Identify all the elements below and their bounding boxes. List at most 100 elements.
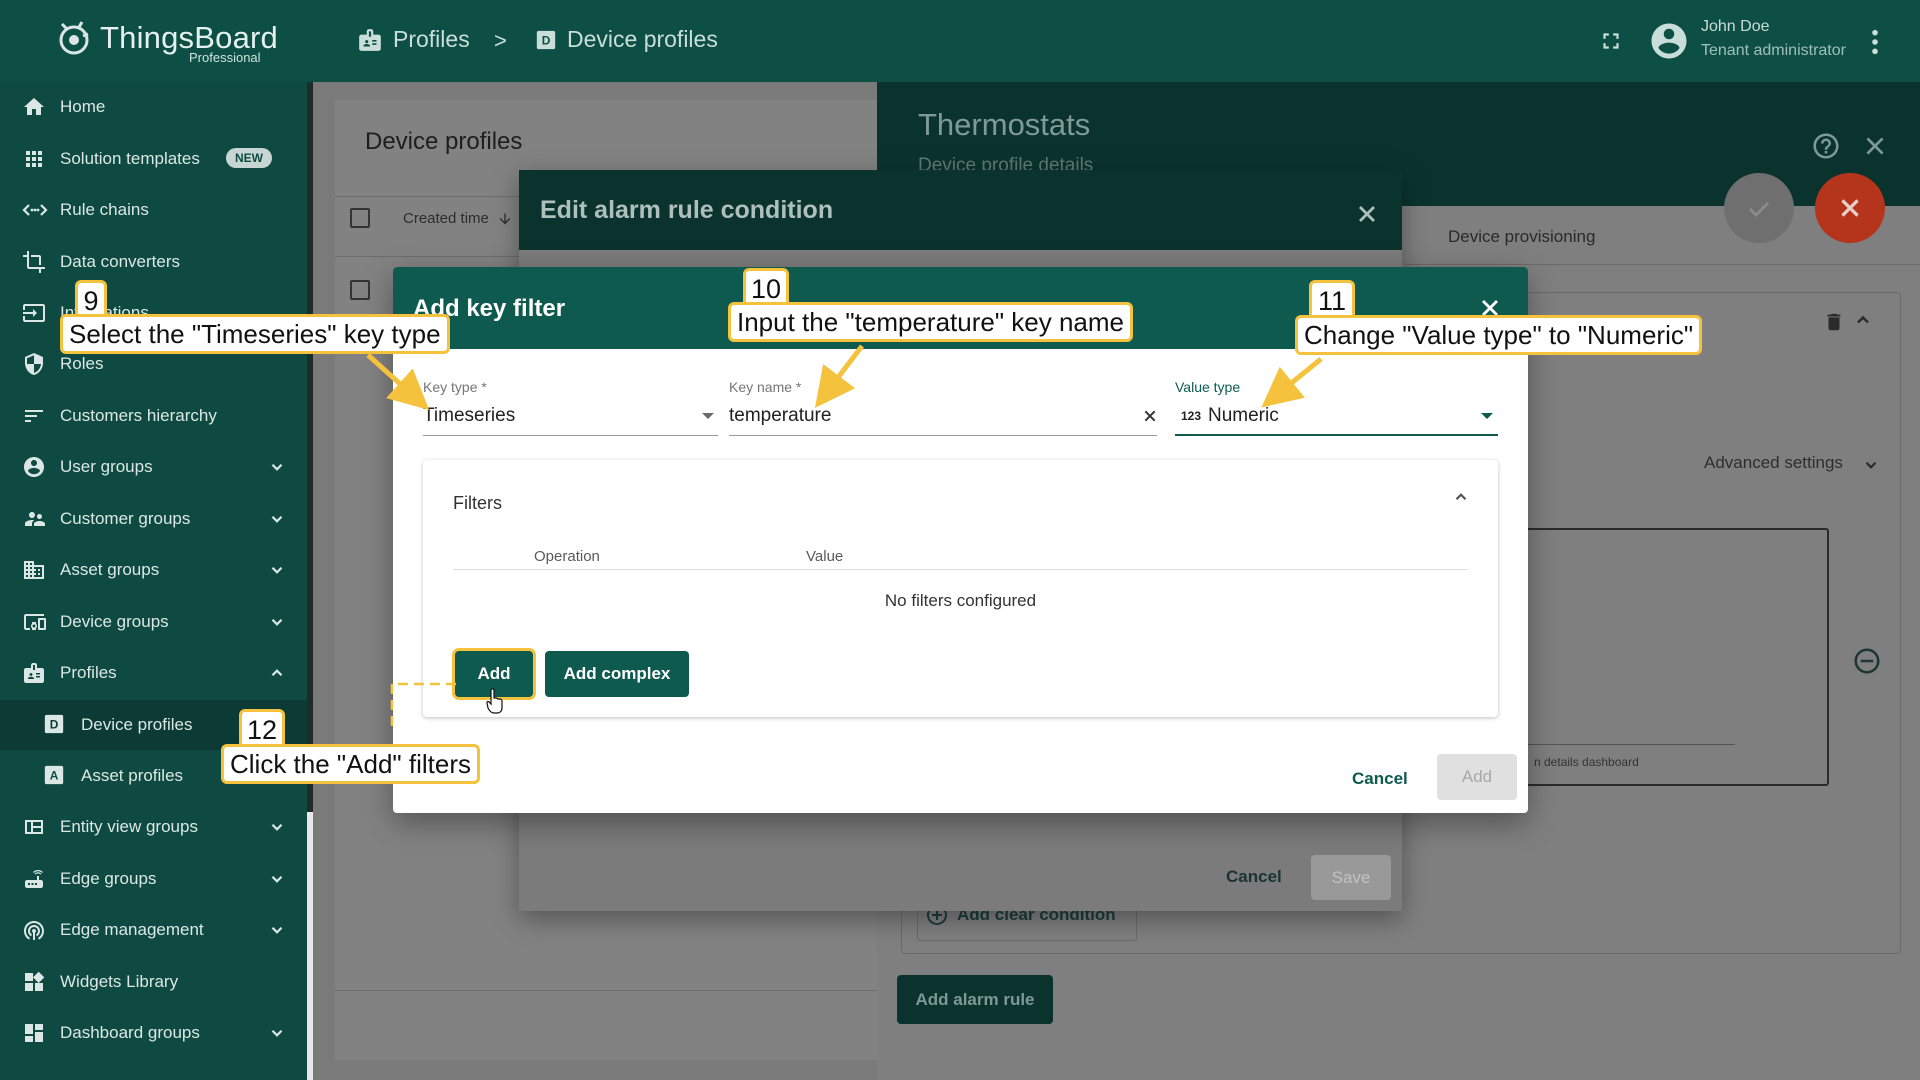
chevron-down-icon	[1865, 461, 1877, 469]
outer-save-button[interactable]: Save	[1311, 855, 1391, 900]
help-icon[interactable]	[1811, 131, 1841, 161]
code-arrows-icon	[22, 204, 48, 216]
more-vert-icon[interactable]	[1868, 28, 1882, 56]
select-all-checkbox[interactable]	[350, 208, 370, 228]
sidebar-item-data-converters[interactable]: Data converters	[0, 237, 307, 287]
fullscreen-icon[interactable]	[1598, 28, 1624, 54]
column-header-created-time[interactable]: Created time	[403, 210, 489, 227]
clear-icon[interactable]	[1142, 408, 1158, 424]
breadcrumb-device-profiles-label: Device profiles	[567, 26, 718, 52]
key-type-label: Key type *	[423, 379, 487, 395]
chevron-up-icon[interactable]	[1853, 310, 1873, 330]
advanced-settings-toggle[interactable]: Advanced settings	[1704, 453, 1843, 473]
dashboard-hint: n details dashboard	[1534, 755, 1639, 769]
add-complex-filter-button[interactable]: Add complex	[545, 651, 689, 697]
sidebar-item-label: Profiles	[60, 663, 117, 682]
device-profile-icon: D	[44, 714, 64, 734]
router-icon	[25, 870, 43, 888]
outer-dialog-title: Edit alarm rule condition	[540, 196, 834, 224]
row-checkbox[interactable]	[350, 280, 370, 300]
add-alarm-rule-button[interactable]: Add alarm rule	[897, 975, 1053, 1024]
sort-lines-icon	[25, 410, 43, 422]
dropdown-arrow-icon	[1481, 413, 1493, 419]
annotation-callout-9: Select the "Timeseries" key type	[60, 314, 450, 354]
top-bar	[0, 0, 1920, 82]
chevron-down-icon	[271, 823, 283, 831]
sidebar-item-profiles[interactable]: Profiles	[0, 648, 307, 698]
key-type-underline	[423, 435, 718, 436]
annotation-callout-11: Change "Value type" to "Numeric"	[1295, 315, 1703, 355]
sidebar-item-customer-groups[interactable]: Customer groups	[0, 494, 307, 544]
devices-icon	[24, 614, 46, 630]
numeric-icon: 123	[1181, 409, 1202, 423]
avatar[interactable]	[1648, 20, 1690, 62]
svg-text:D: D	[542, 33, 551, 47]
svg-text:D: D	[50, 718, 59, 732]
sidebar-item-rule-chains[interactable]: Rule chains	[0, 185, 307, 235]
device-profile-icon: D	[536, 30, 556, 49]
divider	[1525, 744, 1735, 745]
sidebar-item-label: Customer groups	[60, 509, 191, 528]
sidebar-item-solution-templates[interactable]: Solution templates NEW	[0, 134, 307, 184]
divider	[1405, 264, 1920, 265]
no-filters-message: No filters configured	[884, 591, 1037, 610]
sidebar-item-widgets-library[interactable]: Widgets Library	[0, 957, 307, 1007]
dashboard-icon	[25, 1024, 43, 1042]
sidebar-item-edge-groups[interactable]: Edge groups	[0, 854, 307, 904]
chevron-down-icon	[271, 463, 283, 471]
sidebar-item-label: Device profiles	[81, 715, 193, 734]
crop-icon	[23, 251, 45, 273]
chevron-down-icon	[271, 875, 283, 883]
brand-edition: Professional	[189, 50, 261, 65]
asset-profile-icon: A	[44, 765, 64, 785]
sidebar-item-user-groups[interactable]: User groups	[0, 442, 307, 492]
view-quilt-icon	[25, 820, 43, 834]
tab-device-provisioning[interactable]: Device provisioning	[1448, 227, 1595, 247]
chevron-up-icon[interactable]	[1452, 488, 1470, 506]
close-icon[interactable]	[1862, 133, 1888, 159]
user-role: Tenant administrator	[1701, 42, 1846, 59]
home-icon	[24, 98, 44, 115]
sidebar-item-entity-view-groups[interactable]: Entity view groups	[0, 802, 307, 852]
sidebar-item-home[interactable]: Home	[0, 82, 307, 132]
chevron-down-icon	[271, 515, 283, 523]
sidebar-item-label: Device groups	[60, 612, 169, 631]
sidebar-item-customers-hierarchy[interactable]: Customers hierarchy	[0, 391, 307, 441]
supervisor-icon	[25, 512, 45, 526]
svg-text:A: A	[50, 769, 59, 783]
sidebar-item-edge-management[interactable]: Edge management	[0, 905, 307, 955]
add-key-filter-button[interactable]: Add	[1437, 754, 1517, 800]
remove-circle-icon[interactable]	[1852, 646, 1882, 676]
grid-icon	[26, 151, 42, 167]
sidebar-item-device-groups[interactable]: Device groups	[0, 597, 307, 647]
hand-cursor-icon	[486, 688, 503, 714]
delete-icon[interactable]	[1823, 310, 1845, 334]
divider	[453, 569, 1468, 570]
sidebar: Home Solution templates NEW Rule chains …	[0, 82, 307, 1080]
sidebar-item-dashboard-groups[interactable]: Dashboard groups	[0, 1008, 307, 1058]
domain-icon	[24, 561, 44, 579]
input-icon	[23, 304, 45, 322]
sidebar-item-label: Entity view groups	[60, 817, 198, 836]
divider	[335, 990, 877, 991]
breadcrumb-profiles-label: Profiles	[393, 26, 470, 52]
cancel-fab-button[interactable]	[1815, 173, 1885, 243]
sidebar-item-label: Roles	[60, 354, 104, 373]
chevron-down-icon	[271, 618, 283, 626]
breadcrumb-separator: >	[494, 28, 507, 53]
sidebar-item-label: Edge management	[60, 920, 204, 939]
save-fab-button[interactable]	[1724, 173, 1794, 243]
outer-cancel-button[interactable]: Cancel	[1226, 867, 1282, 887]
breadcrumb-profiles[interactable]: Profiles	[357, 26, 470, 53]
close-icon[interactable]	[1355, 202, 1379, 226]
sidebar-item-asset-groups[interactable]: Asset groups	[0, 545, 307, 595]
cancel-button[interactable]: Cancel	[1352, 769, 1408, 789]
check-icon	[1748, 201, 1770, 218]
annotation-callout-10: Input the "temperature" key name	[728, 302, 1134, 342]
annotation-callout-12: Click the "Add" filters	[221, 744, 480, 784]
sidebar-item-label: Solution templates	[60, 149, 200, 168]
sidebar-item-label: Home	[60, 97, 106, 116]
value-type-label: Value type	[1175, 379, 1241, 395]
breadcrumb-device-profiles[interactable]: D Device profiles	[535, 26, 718, 53]
logo[interactable]: ThingsBoard Professional	[52, 16, 278, 65]
